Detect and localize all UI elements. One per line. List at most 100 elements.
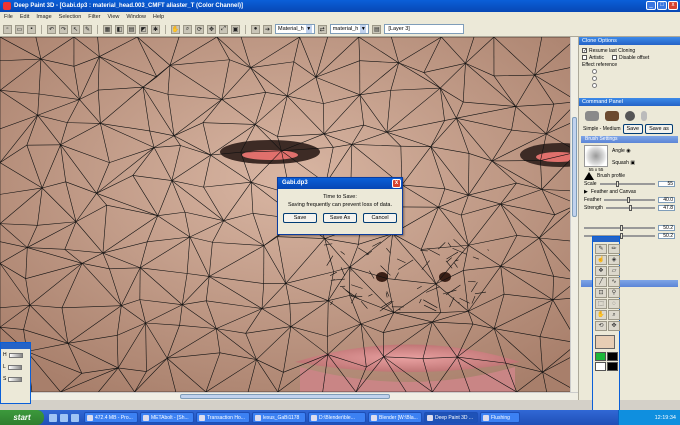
task-button-6[interactable]: Blender [W:\Bla... [368,412,422,423]
eraser-tool-icon[interactable]: ▱ [608,266,620,276]
angle-knob-icon[interactable]: ◉ [626,148,630,154]
background-color[interactable] [607,352,618,361]
scale-value[interactable]: 55 [658,181,675,187]
view-2d-icon[interactable]: ▦ [103,24,112,34]
color-swatch[interactable] [595,335,615,349]
vertical-scrollbar[interactable] [570,37,578,392]
media-icon[interactable] [71,413,79,422]
resume-cloning-row[interactable]: ✓ Resume last Cloning [582,47,677,54]
save-as-preset-button[interactable]: Save as [645,124,673,134]
scale-slider-knob[interactable] [616,181,620,187]
horizontal-scrollbar[interactable] [0,392,578,400]
clone-tool-icon[interactable]: ❖ [595,266,607,276]
param-slider-3-knob[interactable] [619,225,623,231]
browser-icon[interactable] [60,413,68,422]
param-value-4[interactable]: 50.2 [658,233,675,239]
rotate-tool-icon[interactable]: ⟲ [595,321,607,331]
feather-slider[interactable] [604,197,655,203]
scale-icon[interactable]: ⤢ [219,24,228,34]
feather-value[interactable]: 40.0 [658,197,675,203]
task-button-3[interactable]: Transaction Ho... [196,412,250,423]
view-3d-icon[interactable]: ◧ [115,24,124,34]
layer-select[interactable]: [Layer 3] [384,24,465,34]
undo-icon[interactable]: ↶ [47,24,56,34]
dialog-save-button[interactable]: Save [283,213,317,223]
task-button-4[interactable]: lexus_GaBi1178 [252,412,306,423]
brush-profile-row[interactable]: Brush profile [581,172,678,180]
task-button-2[interactable]: METAbolt - [Sh... [140,412,194,423]
save-preset-button[interactable]: Save [622,124,644,134]
line-tool-icon[interactable]: ╱ [595,277,607,287]
dialog-save-as-button[interactable]: Save As [323,213,357,223]
fit-icon[interactable]: ▣ [231,24,240,34]
reference-radio-3[interactable] [592,83,597,88]
task-button-7[interactable]: Deep Paint 3D ... [424,412,478,423]
menu-edit[interactable]: Edit [20,14,29,20]
desktop-icon[interactable] [49,413,57,422]
black-color[interactable] [607,362,618,371]
zoom-icon[interactable]: ⌕ [183,24,192,34]
param-slider-3[interactable] [584,225,655,231]
mask-icon[interactable]: ◩ [139,24,148,34]
artistic-checkbox[interactable] [582,55,587,60]
sphere-icon[interactable]: ● [251,24,260,34]
strength-slider-knob[interactable] [629,205,633,211]
eraser-icon[interactable] [641,111,647,121]
hand-tool-icon[interactable]: ✋ [595,310,607,320]
menu-filter[interactable]: Filter [88,14,100,20]
param-value-3[interactable]: 50.2 [658,225,675,231]
feather-canvas-header[interactable]: ▶ Feather and Canvas [581,188,678,196]
new-file-icon[interactable]: ▫ [3,24,12,34]
strength-value[interactable]: 47.8 [658,205,675,211]
strength-slider[interactable] [605,205,655,211]
reference-radio-1[interactable] [592,69,597,74]
dialog-close-button[interactable]: x [392,179,401,188]
save-file-icon[interactable]: ▪ [27,24,36,34]
hue-slider[interactable] [8,352,23,358]
material-select-secondary[interactable]: material_h ▼ [329,24,370,34]
pointer-icon[interactable]: ↖ [71,24,80,34]
disable-offset-checkbox[interactable] [612,55,617,60]
light-icon[interactable]: ✱ [151,24,160,34]
move-icon[interactable]: ✥ [207,24,216,34]
fill-tool-icon[interactable]: ◈ [608,255,620,265]
hand-icon[interactable]: ✋ [171,24,180,34]
material-swap-icon[interactable]: ⇄ [317,24,327,34]
close-button[interactable]: x [668,1,678,10]
squash-knob-icon[interactable]: ▣ [630,160,635,166]
saturation-slider[interactable] [8,376,23,382]
menu-file[interactable]: File [4,14,13,20]
scale-slider[interactable] [599,181,655,187]
task-button-5[interactable]: D:\Blender\ble... [308,412,366,423]
zoom-tool-icon[interactable]: ⌕ [608,310,620,320]
task-button-1[interactable]: 472.4 MB - Pro... [84,412,138,423]
grid-icon[interactable]: ▤ [127,24,136,34]
redo-icon[interactable]: ↷ [59,24,68,34]
menu-image[interactable]: Image [36,14,51,20]
select-rect-tool-icon[interactable]: ⬚ [595,299,607,309]
task-button-8[interactable]: Flushing [480,412,520,423]
horizontal-scroll-thumb[interactable] [180,394,390,399]
white-color[interactable] [595,362,606,371]
brush-settings-header[interactable]: Brush Settings [581,136,678,143]
brush-tool-icon[interactable]: ✎ [83,24,92,34]
menu-window[interactable]: Window [126,14,146,20]
start-button[interactable]: start [0,410,44,425]
open-file-icon[interactable]: ▭ [15,24,24,34]
menu-selection[interactable]: Selection [59,14,82,20]
arrow-right-icon[interactable]: ➔ [263,24,272,34]
airbrush-icon[interactable] [625,111,635,121]
dialog-cancel-button[interactable]: Cancel [363,213,397,223]
pencil-tool-icon[interactable]: ✏ [608,244,620,254]
rotate-icon[interactable]: ⟳ [195,24,204,34]
stamp-tool-icon[interactable]: ⊡ [595,288,607,298]
eyedropper-tool-icon[interactable]: ⚲ [608,288,620,298]
reference-radio-2[interactable] [592,76,597,81]
menu-view[interactable]: View [108,14,120,20]
menu-help[interactable]: Help [153,14,164,20]
lightness-slider[interactable] [7,364,22,370]
paint-brush-icon[interactable] [585,111,599,121]
marker-icon[interactable] [605,111,619,121]
paint-tool-icon[interactable]: ✎ [595,244,607,254]
feather-slider-knob[interactable] [627,197,631,203]
